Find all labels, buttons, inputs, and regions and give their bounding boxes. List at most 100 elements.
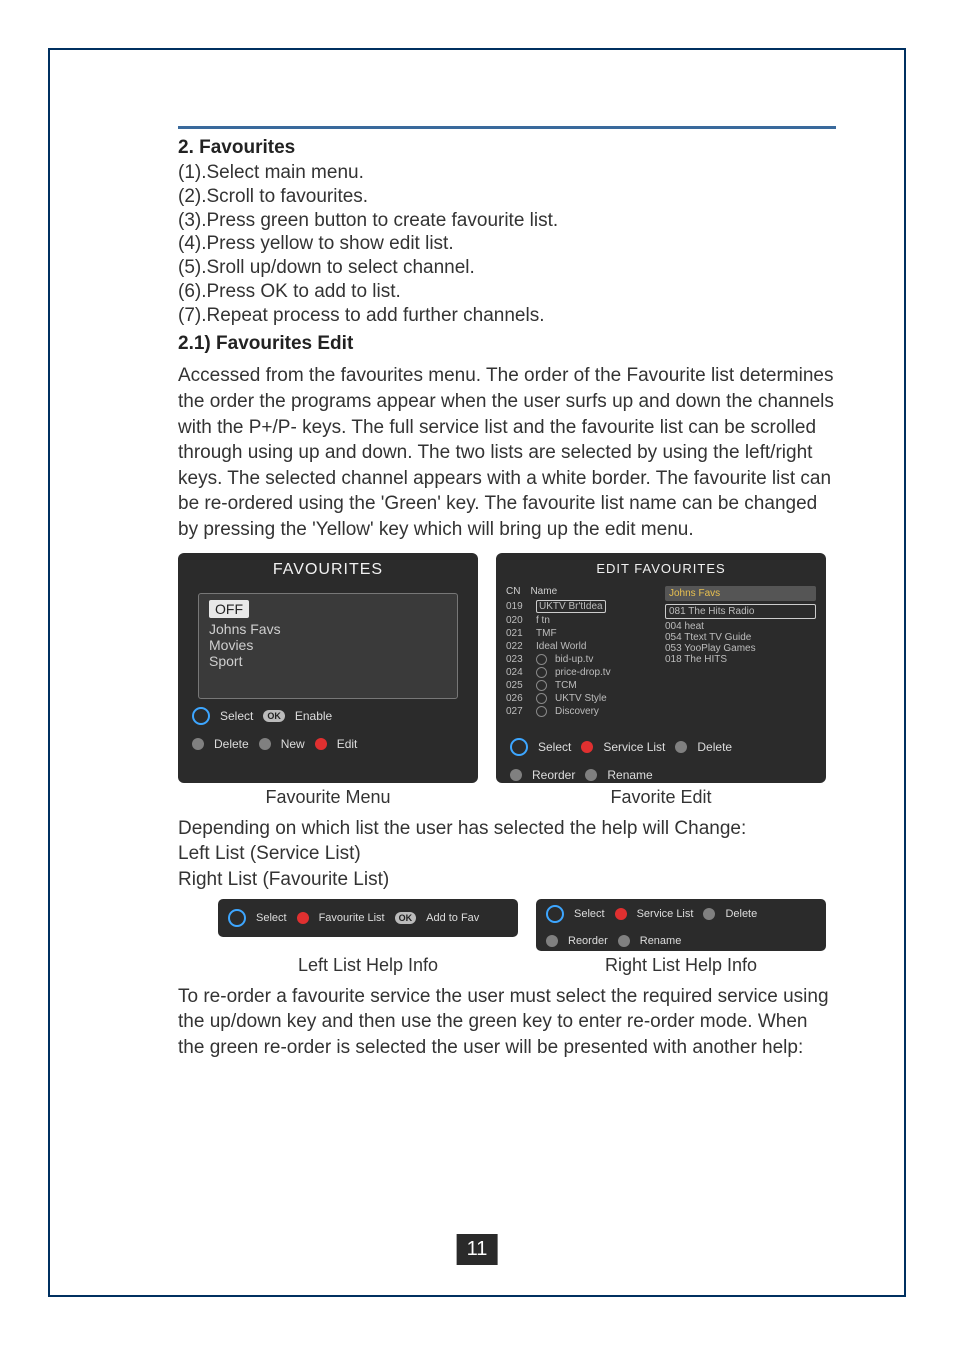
- nav-arrows-icon: [510, 738, 528, 756]
- step-3: (3).Press green button to create favouri…: [178, 209, 836, 233]
- edit-helpbar: Select Service List Delete Reorder Renam…: [496, 736, 826, 790]
- help-new: New: [281, 737, 305, 751]
- depending-paragraph: Depending on which list the user has sel…: [178, 816, 836, 893]
- svc-name[interactable]: UKTV Br'tIdea: [536, 600, 606, 613]
- favlist-name: Johns Favs: [665, 586, 816, 601]
- svc-name[interactable]: TCM: [555, 680, 577, 691]
- step-1: (1).Select main menu.: [178, 161, 836, 185]
- service-list-column[interactable]: CNName 019UKTV Br'tIdea 020f tn 021TMF 0…: [506, 586, 657, 736]
- cn: 025: [506, 680, 528, 691]
- figure-captions: Favourite Menu Favorite Edit: [178, 787, 836, 808]
- lh-favlist: Favourite List: [319, 912, 385, 924]
- radio-icon: [536, 693, 547, 704]
- lh-add: Add to Fav: [426, 912, 479, 924]
- grey-dot-icon: [546, 935, 558, 947]
- page-number: 11: [457, 1234, 498, 1265]
- grey-dot-icon: [259, 738, 271, 750]
- fav-row[interactable]: 018 The HITS: [665, 654, 816, 665]
- rh-delete: Delete: [725, 908, 757, 920]
- nav-arrows-icon: [228, 909, 246, 927]
- svc-name[interactable]: Discovery: [555, 706, 599, 717]
- cn: 023: [506, 654, 528, 665]
- cn: 027: [506, 706, 528, 717]
- depend-line2: Left List (Service List): [178, 841, 836, 867]
- content: 2. Favourites (1).Select main menu. (2).…: [178, 126, 836, 1061]
- grey-dot-icon: [192, 738, 204, 750]
- ok-badge-icon: OK: [263, 710, 285, 722]
- grey-dot-icon: [618, 935, 630, 947]
- left-help-bar: Select Favourite List OK Add to Fav: [218, 899, 518, 937]
- favourites-steps: (1).Select main menu. (2).Scroll to favo…: [178, 161, 836, 327]
- help-bars-row: Select Favourite List OK Add to Fav Sele…: [218, 899, 836, 951]
- cn: 022: [506, 641, 528, 652]
- svc-name[interactable]: f tn: [536, 615, 550, 626]
- right-help-bar: Select Service List Delete Reorder Renam…: [536, 899, 826, 951]
- favourites-helpbar: Select OK Enable Delete New Edit: [178, 699, 478, 759]
- step-4: (4).Press yellow to show edit list.: [178, 232, 836, 256]
- caption-favorite-edit: Favorite Edit: [496, 787, 826, 808]
- page: 2. Favourites (1).Select main menu. (2).…: [0, 0, 954, 1345]
- help-select: Select: [220, 709, 253, 723]
- lh-select: Select: [256, 912, 287, 924]
- favourite-list-column[interactable]: Johns Favs 081 The Hits Radio 004 heat 0…: [665, 586, 816, 736]
- fav-item-movies[interactable]: Movies: [209, 637, 447, 653]
- cn: 019: [506, 601, 528, 612]
- favourites-panel: FAVOURITES OFF Johns Favs Movies Sport S…: [178, 553, 478, 783]
- fav-row[interactable]: 004 heat: [665, 621, 816, 632]
- red-dot-icon: [581, 741, 593, 753]
- svc-name[interactable]: UKTV Style: [555, 693, 607, 704]
- radio-icon: [536, 680, 547, 691]
- help-service-list: Service List: [603, 740, 665, 754]
- edit-panel-title: EDIT FAVOURITES: [496, 553, 826, 584]
- svc-name[interactable]: TMF: [536, 628, 557, 639]
- rh-rename: Rename: [640, 935, 682, 947]
- radio-icon: [536, 654, 547, 665]
- fav-row[interactable]: 081 The Hits Radio: [665, 604, 816, 619]
- favourites-edit-paragraph: Accessed from the favourites menu. The o…: [178, 363, 836, 542]
- edit-favourites-panel: EDIT FAVOURITES CNName 019UKTV Br'tIdea …: [496, 553, 826, 783]
- svc-name[interactable]: bid-up.tv: [555, 654, 593, 665]
- step-7: (7).Repeat process to add further channe…: [178, 304, 836, 328]
- help-select: Select: [538, 740, 571, 754]
- svc-name[interactable]: price-drop.tv: [555, 667, 611, 678]
- help-delete: Delete: [697, 740, 732, 754]
- fav-item-off[interactable]: OFF: [209, 600, 249, 618]
- radio-icon: [536, 706, 547, 717]
- help-captions: Left List Help Info Right List Help Info: [218, 955, 836, 976]
- red-dot-icon: [615, 908, 627, 920]
- help-reorder: Reorder: [532, 768, 575, 782]
- caption-right-help: Right List Help Info: [536, 955, 826, 976]
- rh-svc: Service List: [637, 908, 694, 920]
- red-dot-icon: [297, 912, 309, 924]
- help-edit: Edit: [337, 737, 358, 751]
- caption-favourite-menu: Favourite Menu: [178, 787, 478, 808]
- page-frame: 2. Favourites (1).Select main menu. (2).…: [48, 48, 906, 1297]
- svc-name[interactable]: Ideal World: [536, 641, 586, 652]
- cn: 024: [506, 667, 528, 678]
- grey-dot-icon: [510, 769, 522, 781]
- nav-arrows-icon: [192, 707, 210, 725]
- fav-row[interactable]: 054 Ttext TV Guide: [665, 632, 816, 643]
- ok-badge-icon: OK: [395, 912, 417, 924]
- figure-row: FAVOURITES OFF Johns Favs Movies Sport S…: [178, 553, 836, 783]
- favourites-panel-title: FAVOURITES: [178, 553, 478, 587]
- help-rename: Rename: [607, 768, 652, 782]
- cn: 020: [506, 615, 528, 626]
- heading-favourites-edit: 2.1) Favourites Edit: [178, 333, 836, 355]
- grey-dot-icon: [675, 741, 687, 753]
- radio-icon: [536, 667, 547, 678]
- caption-left-help: Left List Help Info: [218, 955, 518, 976]
- fav-row[interactable]: 053 YooPlay Games: [665, 643, 816, 654]
- red-dot-icon: [315, 738, 327, 750]
- step-5: (5).Sroll up/down to select channel.: [178, 256, 836, 280]
- help-delete: Delete: [214, 737, 249, 751]
- col-cn: CN: [506, 586, 520, 597]
- fav-item-sport[interactable]: Sport: [209, 653, 447, 669]
- help-enable: Enable: [295, 709, 332, 723]
- reorder-paragraph: To re-order a favourite service the user…: [178, 984, 836, 1061]
- fav-item-johns[interactable]: Johns Favs: [209, 621, 447, 637]
- grey-dot-icon: [703, 908, 715, 920]
- favourites-list[interactable]: OFF Johns Favs Movies Sport: [198, 593, 458, 699]
- edit-columns: CNName 019UKTV Br'tIdea 020f tn 021TMF 0…: [506, 586, 816, 736]
- depend-line3: Right List (Favourite List): [178, 867, 836, 893]
